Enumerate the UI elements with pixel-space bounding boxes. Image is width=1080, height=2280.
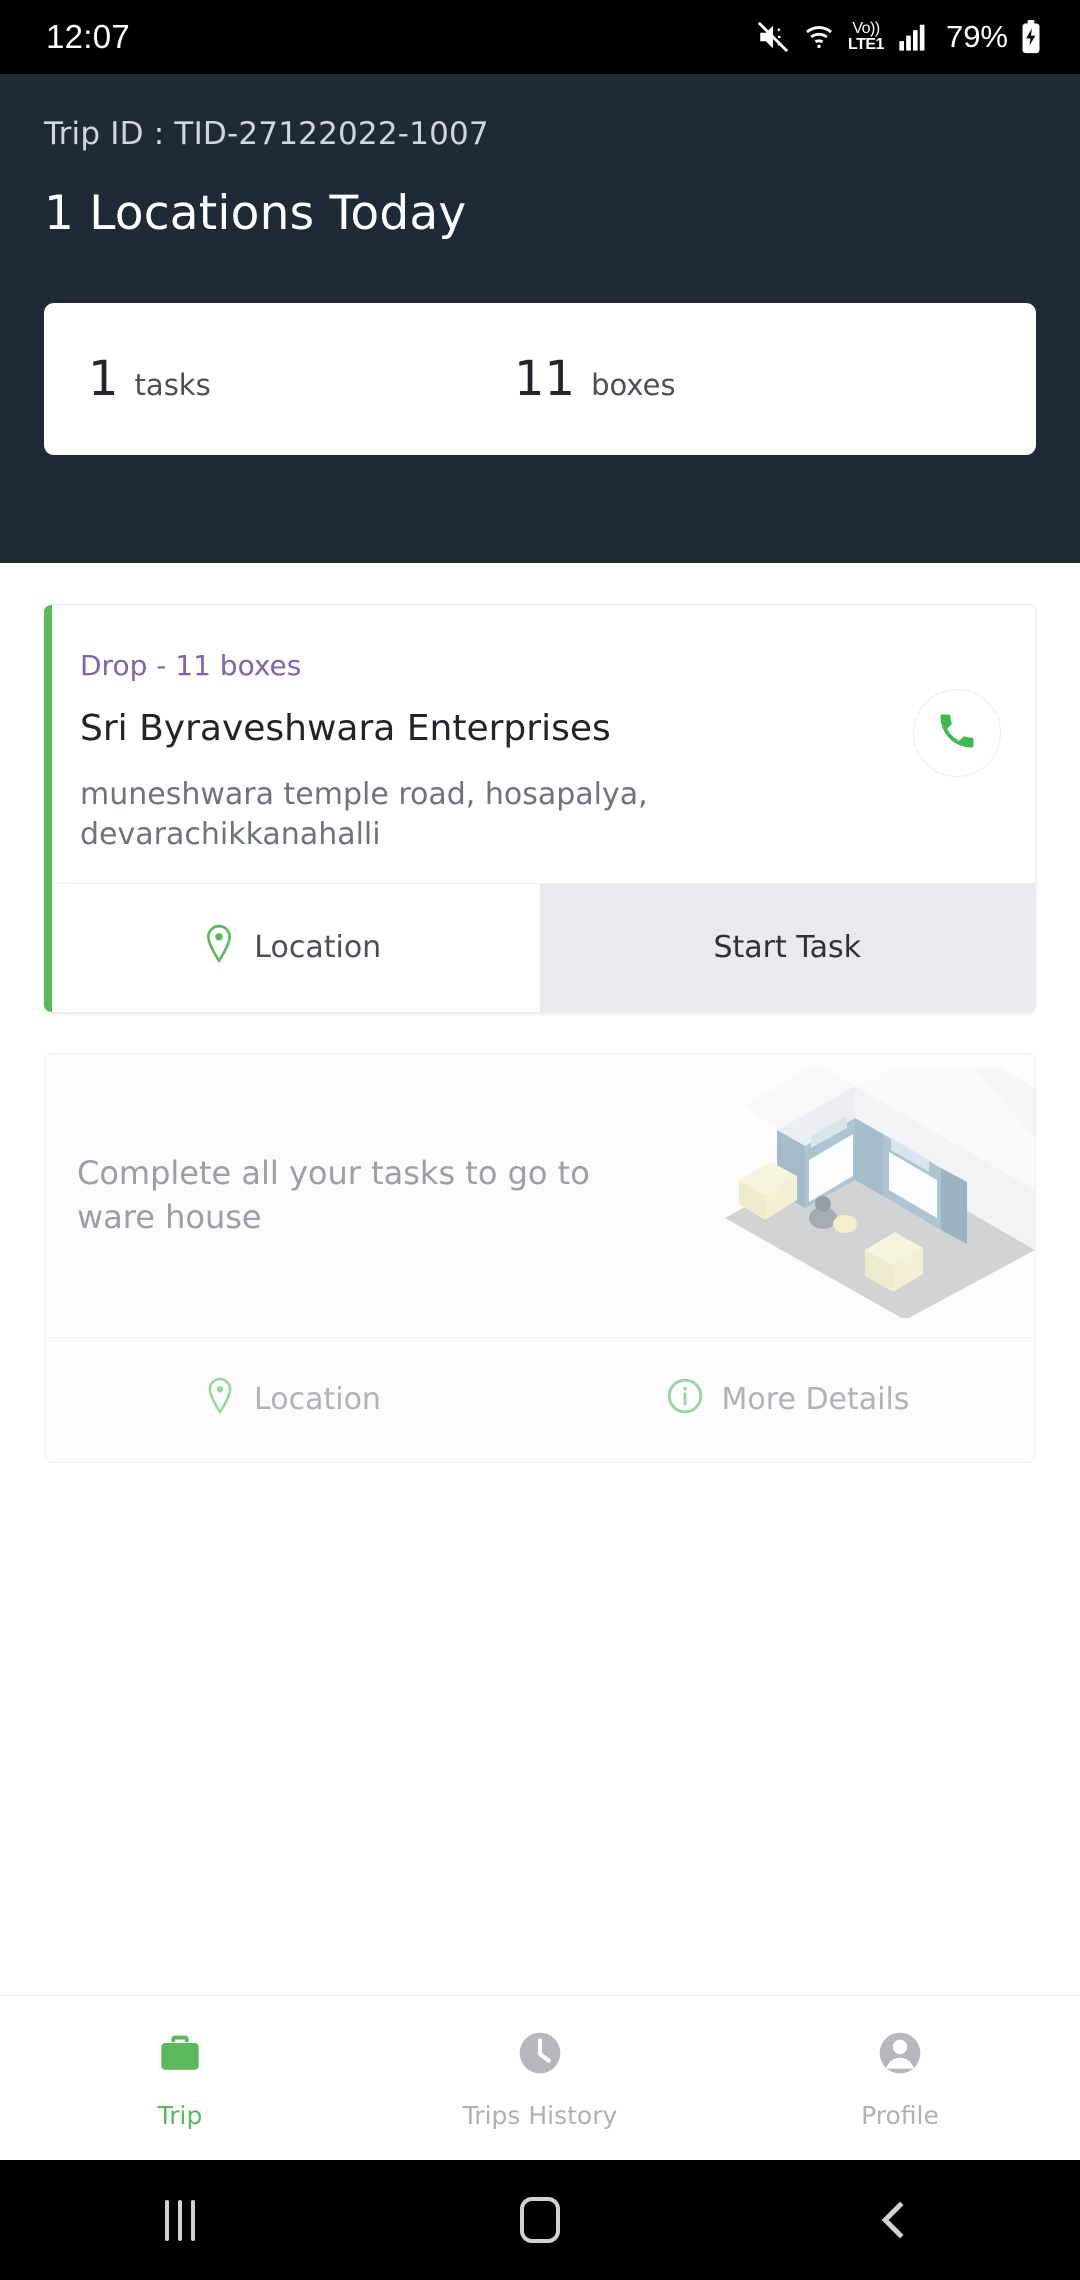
task-location-label: Location (254, 930, 382, 966)
briefcase-icon (154, 2027, 206, 2083)
volte-icon: Vo)) LTE1 (848, 21, 884, 53)
stat-tasks-value: 1 (88, 351, 119, 407)
warehouse-card-body: Complete all your tasks to go to ware ho… (45, 1053, 1035, 1337)
back-icon (881, 2201, 919, 2239)
stat-boxes: 11 boxes (514, 351, 676, 407)
stat-tasks-label: tasks (134, 368, 211, 402)
trip-header: Trip ID : TID-27122022-1007 1 Locations … (0, 74, 1080, 563)
nav-item-profile[interactable]: Profile (720, 2027, 1080, 2130)
back-button[interactable] (720, 2201, 1080, 2239)
nav-item-profile-label: Profile (861, 2100, 939, 2130)
info-icon (666, 1377, 704, 1423)
warehouse-location-button[interactable]: Location (45, 1338, 540, 1462)
status-icons: Vo)) LTE1 79% (756, 19, 1042, 55)
recents-icon (165, 2199, 195, 2241)
status-time: 12:07 (46, 18, 131, 55)
stats-card: 1 tasks 11 boxes (44, 303, 1036, 455)
recents-button[interactable] (0, 2199, 360, 2241)
person-icon (874, 2027, 926, 2083)
warehouse-location-label: Location (254, 1382, 381, 1418)
nav-item-trip[interactable]: Trip (0, 2027, 360, 2130)
map-pin-icon (204, 1377, 236, 1423)
warehouse-card: Complete all your tasks to go to ware ho… (44, 1052, 1036, 1463)
home-button[interactable] (360, 2197, 720, 2243)
nav-item-trips-history[interactable]: Trips History (360, 2027, 720, 2130)
call-button[interactable] (913, 689, 1001, 777)
more-details-button[interactable]: More Details (540, 1338, 1035, 1462)
stat-tasks: 1 tasks (44, 351, 514, 407)
start-task-label: Start Task (713, 930, 862, 966)
nav-item-trip-label: Trip (157, 2100, 203, 2130)
volte-top-label: Vo)) (852, 20, 880, 37)
stat-boxes-value: 11 (514, 351, 576, 407)
phone-icon (935, 709, 979, 757)
task-card-actions: Location Start Task (44, 882, 1035, 1012)
bottom-navigation: Trip Trips History Profile (0, 1995, 1080, 2160)
warehouse-card-actions: Location More Details (45, 1336, 1035, 1462)
battery-charging-icon (1020, 20, 1042, 54)
warehouse-illustration (705, 1053, 1035, 1322)
task-location-button[interactable]: Location (44, 883, 540, 1012)
android-navigation-bar (0, 2160, 1080, 2280)
task-drop-label: Drop - 11 boxes (80, 649, 302, 682)
main-content: Drop - 11 boxes Sri Byraveshwara Enterpr… (0, 604, 1080, 1463)
volte-bottom-label: LTE1 (848, 36, 884, 53)
page-title: 1 Locations Today (44, 186, 467, 241)
map-pin-icon (202, 924, 236, 972)
warehouse-message: Complete all your tasks to go to ware ho… (77, 1154, 590, 1237)
wifi-icon (802, 20, 836, 54)
nav-item-trips-history-label: Trips History (462, 2100, 618, 2130)
more-details-label: More Details (721, 1382, 910, 1418)
task-customer-name: Sri Byraveshwara Enterprises (80, 708, 611, 749)
task-address: muneshwara temple road, hosapalya, devar… (80, 777, 648, 852)
task-card-body: Drop - 11 boxes Sri Byraveshwara Enterpr… (44, 605, 1035, 883)
status-bar: 12:07 Vo)) LTE1 79% (0, 0, 1080, 74)
trip-id-label: Trip ID : TID-27122022-1007 (44, 116, 489, 152)
signal-icon (896, 22, 930, 52)
stat-boxes-label: boxes (591, 368, 676, 402)
start-task-button[interactable]: Start Task (539, 883, 1035, 1012)
task-card[interactable]: Drop - 11 boxes Sri Byraveshwara Enterpr… (44, 604, 1036, 1013)
mute-icon (756, 20, 790, 54)
battery-percent-label: 79% (945, 19, 1008, 54)
home-icon (520, 2197, 560, 2243)
clock-icon (514, 2027, 566, 2083)
